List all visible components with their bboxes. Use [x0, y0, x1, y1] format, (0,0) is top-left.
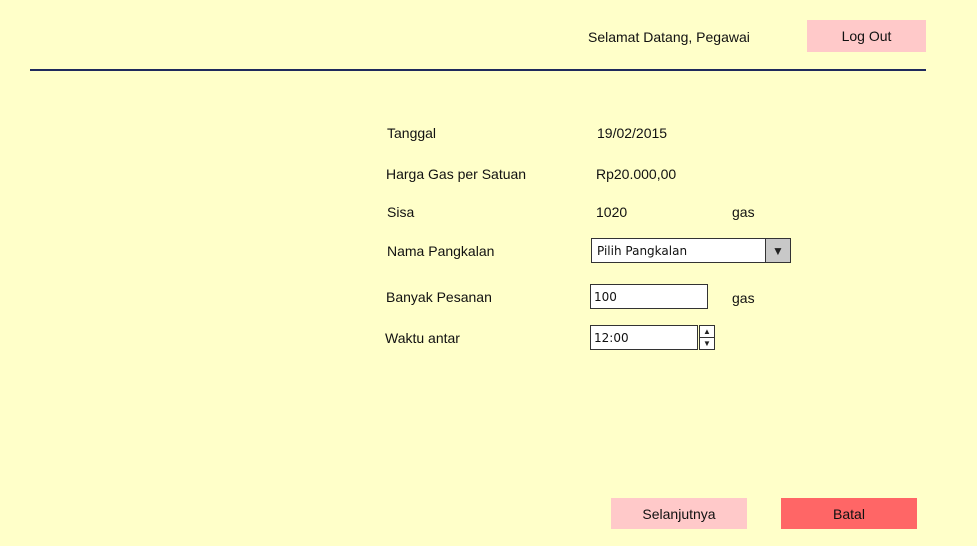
- tanggal-label: Tanggal: [387, 125, 437, 141]
- next-button[interactable]: Selanjutnya: [611, 498, 747, 529]
- time-spinner[interactable]: ▲ ▼: [699, 325, 715, 350]
- nama-pangkalan-select[interactable]: Pilih Pangkalan ▼: [591, 238, 791, 263]
- cancel-button[interactable]: Batal: [781, 498, 917, 529]
- chevron-down-icon[interactable]: ▼: [700, 337, 714, 349]
- banyak-pesanan-input[interactable]: [590, 284, 708, 309]
- logout-button[interactable]: Log Out: [807, 20, 926, 52]
- header-divider: [30, 69, 926, 71]
- banyak-pesanan-label: Banyak Pesanan: [386, 289, 492, 305]
- sisa-label: Sisa: [387, 204, 415, 220]
- waktu-antar-label: Waktu antar: [385, 330, 460, 346]
- harga-label: Harga Gas per Satuan: [386, 166, 527, 182]
- nama-pangkalan-selected: Pilih Pangkalan: [597, 244, 688, 258]
- sisa-value: 1020: [596, 204, 628, 220]
- banyak-pesanan-unit: gas: [732, 290, 755, 306]
- nama-pangkalan-label: Nama Pangkalan: [387, 243, 495, 259]
- welcome-text: Selamat Datang, Pegawai: [588, 29, 750, 45]
- tanggal-value: 19/02/2015: [597, 125, 668, 141]
- waktu-antar-input[interactable]: [590, 325, 698, 350]
- sisa-unit: gas: [732, 204, 755, 220]
- harga-value: Rp20.000,00: [596, 166, 677, 182]
- triangle-down-icon[interactable]: ▼: [765, 239, 790, 262]
- chevron-up-icon[interactable]: ▲: [700, 326, 714, 337]
